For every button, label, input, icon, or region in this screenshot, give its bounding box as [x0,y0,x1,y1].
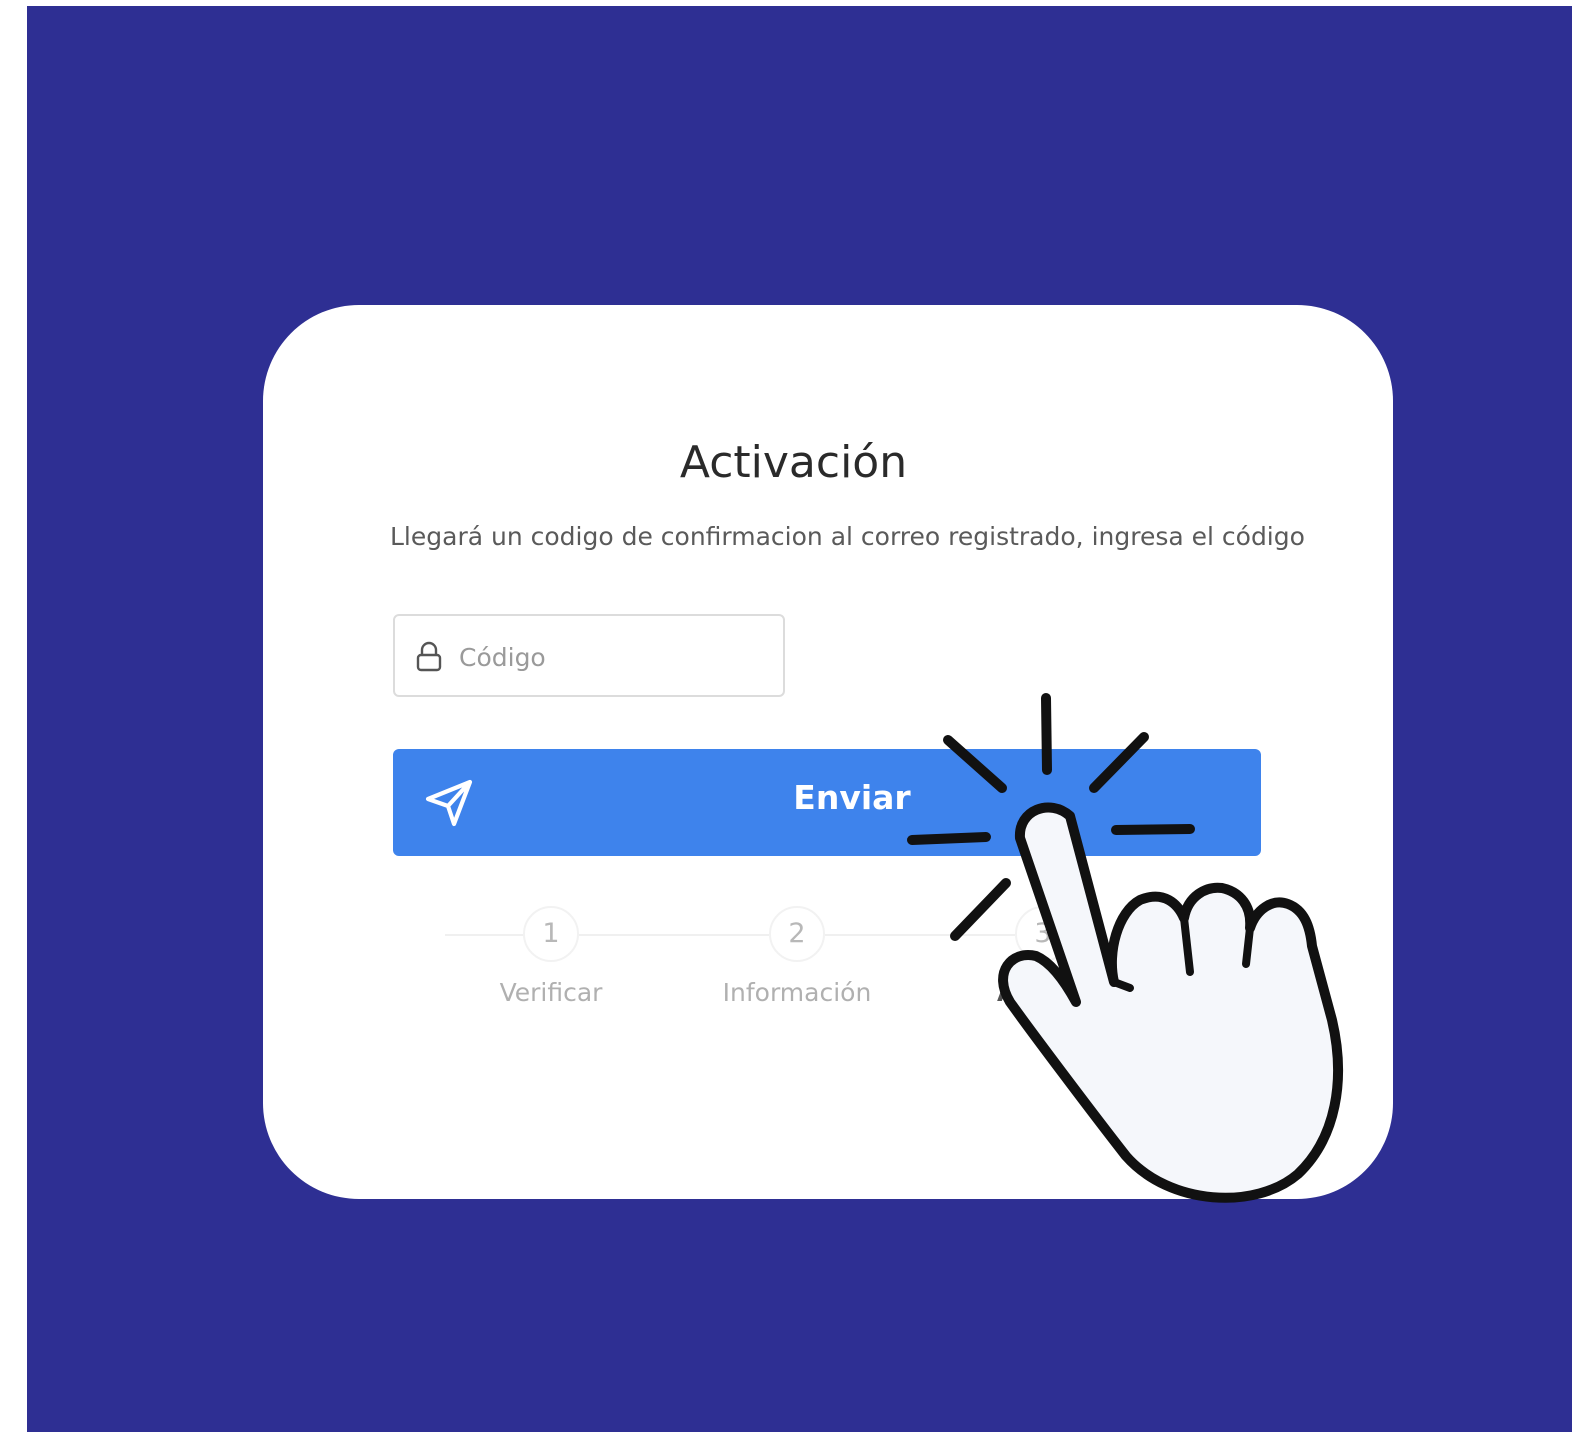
step-1-label: Verificar [499,978,603,1007]
code-field[interactable] [393,614,785,697]
step-connector [579,934,769,936]
page-title: Activación [679,437,908,488]
step-2-label: Información [722,978,872,1007]
instructions-text: Llegará un codigo de confirmacion al cor… [390,522,1305,551]
step-connector [825,934,1015,936]
send-button-label: Enviar [793,778,911,817]
code-input[interactable] [457,634,761,680]
progress-steps: 1 Verificar 2 Información 3 Activación [445,906,1225,1026]
step-1-number: 1 [523,906,579,962]
step-2-number: 2 [769,906,825,962]
step-connector [445,934,525,936]
send-button[interactable]: Enviar [393,749,1261,856]
lock-icon [416,641,442,672]
step-3-number: 3 [1015,906,1071,962]
step-3-label: Activación [997,978,1144,1007]
